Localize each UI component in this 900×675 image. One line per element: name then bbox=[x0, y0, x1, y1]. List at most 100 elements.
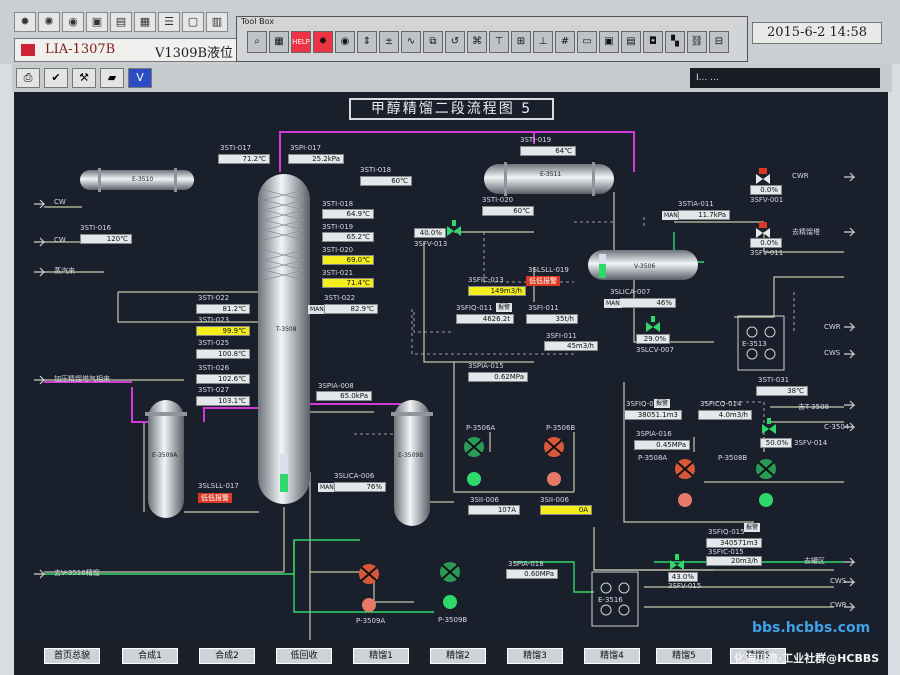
window-icon[interactable]: ▢ bbox=[182, 12, 204, 32]
tag-value[interactable]: 102.6℃ bbox=[196, 374, 250, 384]
tag-value[interactable]: 45m3/h bbox=[544, 341, 598, 351]
copy-icon[interactable]: ⧉ bbox=[423, 31, 443, 53]
tag-icon[interactable]: ⌘ bbox=[467, 31, 487, 53]
tag-value[interactable]: 64℃ bbox=[520, 146, 576, 156]
valve-fv-right1[interactable] bbox=[756, 168, 770, 184]
tag-value[interactable]: 43.0% bbox=[668, 572, 698, 582]
nav-button[interactable]: 精馏5 bbox=[656, 648, 712, 664]
alarm-badge[interactable]: 低低报警 bbox=[198, 493, 232, 503]
tag-value[interactable]: 82.9℃ bbox=[324, 304, 378, 314]
tag-value[interactable]: 64.9℃ bbox=[322, 209, 374, 219]
tag-value[interactable]: 20m3/h bbox=[706, 556, 762, 566]
pump-p3508a[interactable] bbox=[675, 459, 695, 507]
tag-value[interactable]: 4.0m3/h bbox=[698, 410, 752, 420]
search-icon[interactable]: ⌕ bbox=[247, 31, 267, 53]
tag-value[interactable]: 71.2℃ bbox=[218, 154, 270, 164]
grid-icon[interactable]: ▦ bbox=[269, 31, 289, 53]
alarm-ack-icon[interactable]: ✺ bbox=[38, 12, 60, 32]
tag-value[interactable]: 38℃ bbox=[756, 386, 808, 396]
nav-button[interactable]: 精馏3 bbox=[507, 648, 563, 664]
tag-value[interactable]: 76% bbox=[334, 482, 386, 492]
tag-value[interactable]: 100.8℃ bbox=[196, 349, 250, 359]
up-down-icon[interactable]: ⇕ bbox=[357, 31, 377, 53]
panel-icon[interactable]: ▥ bbox=[206, 12, 228, 32]
tag-value[interactable]: 50.0% bbox=[760, 438, 792, 448]
alarm-message-bar[interactable]: LIA-1307B V1309B液位 bbox=[14, 38, 242, 62]
tag-value[interactable]: 60℃ bbox=[482, 206, 534, 216]
tag-value-highlight[interactable]: 71.4℃ bbox=[322, 278, 374, 288]
pump-p3506b[interactable] bbox=[544, 437, 564, 486]
pump-p3508b[interactable] bbox=[756, 459, 776, 507]
tree-icon[interactable]: ⊤ bbox=[489, 31, 509, 53]
tag-value[interactable]: 25.2kPa bbox=[288, 154, 344, 164]
nav-button[interactable]: 精馏2 bbox=[430, 648, 486, 664]
tag-value[interactable]: 60℃ bbox=[360, 176, 412, 186]
condenser-top-right[interactable] bbox=[484, 162, 614, 196]
nav-button[interactable]: 精馏4 bbox=[584, 648, 640, 664]
valve-fv-right2[interactable] bbox=[756, 222, 770, 238]
monitor-icon[interactable]: ▭ bbox=[577, 31, 597, 53]
check-icon[interactable]: ✔ bbox=[44, 68, 68, 88]
tag-value[interactable]: 46% bbox=[620, 298, 676, 308]
alarm-badge[interactable]: 低低报警 bbox=[526, 276, 560, 286]
nav-button[interactable]: 合成1 bbox=[122, 648, 178, 664]
grid-small-icon[interactable]: ▚ bbox=[665, 31, 685, 53]
hash-icon[interactable]: # bbox=[555, 31, 575, 53]
nav-button[interactable]: 合成2 bbox=[199, 648, 255, 664]
tag-value[interactable]: 0.0% bbox=[750, 185, 782, 195]
tag-value-highlight[interactable]: 0A bbox=[540, 505, 592, 515]
pump-p3506a[interactable] bbox=[464, 437, 484, 486]
valve-fv013[interactable] bbox=[447, 220, 461, 236]
tag-value[interactable]: 103.1℃ bbox=[196, 396, 250, 406]
alarm-light-icon[interactable]: ✹ bbox=[14, 12, 36, 32]
tag-value-highlight[interactable]: 99.9℃ bbox=[196, 326, 250, 336]
hierarchy-icon[interactable]: ⊞ bbox=[511, 31, 531, 53]
tag-value-highlight[interactable]: 149m3/h bbox=[468, 286, 526, 296]
v-icon[interactable]: V bbox=[128, 68, 152, 88]
ack-icon[interactable]: ◉ bbox=[335, 31, 355, 53]
folder-icon[interactable]: ▰ bbox=[100, 68, 124, 88]
tools-icon[interactable]: ⚒ bbox=[72, 68, 96, 88]
tag-value[interactable]: 40.0% bbox=[414, 228, 446, 238]
tag-value[interactable]: 0.62MPa bbox=[468, 372, 528, 382]
nav-button[interactable]: 低回收 bbox=[276, 648, 332, 664]
pump-p3509b[interactable] bbox=[440, 562, 460, 609]
tag-value[interactable]: 0.0% bbox=[750, 238, 782, 248]
tag-value[interactable]: 65.0kPa bbox=[316, 391, 372, 401]
chart-icon[interactable]: ▤ bbox=[621, 31, 641, 53]
wave-icon[interactable]: ∿ bbox=[401, 31, 421, 53]
pump-p3509a[interactable] bbox=[359, 564, 379, 612]
reboiler-left[interactable] bbox=[145, 400, 187, 518]
printer-icon[interactable]: ⎙ bbox=[16, 68, 40, 88]
print-icon[interactable]: ▤ bbox=[110, 12, 132, 32]
tag-value[interactable]: 120℃ bbox=[80, 234, 132, 244]
distillation-column[interactable] bbox=[258, 174, 310, 504]
tag-value[interactable]: 4626.2t bbox=[456, 314, 514, 324]
tag-value[interactable]: 35t/h bbox=[526, 314, 578, 324]
tag-value[interactable]: 11.7kPa bbox=[678, 210, 730, 220]
tag-value[interactable]: 107A bbox=[468, 505, 520, 515]
display-icon[interactable]: ▦ bbox=[134, 12, 156, 32]
trend-icon[interactable]: ◉ bbox=[62, 12, 84, 32]
branch-icon[interactable]: ⊥ bbox=[533, 31, 553, 53]
camera-icon[interactable]: ◘ bbox=[643, 31, 663, 53]
tag-value[interactable]: 0.45MPa bbox=[634, 440, 690, 450]
tag-value[interactable]: 81.2℃ bbox=[196, 304, 250, 314]
valve-lcv007[interactable] bbox=[646, 316, 660, 332]
plus-minus-icon[interactable]: ± bbox=[379, 31, 399, 53]
tag-value[interactable]: 65.2℃ bbox=[322, 232, 374, 242]
face-plate-icon[interactable]: ▣ bbox=[86, 12, 108, 32]
screen-icon[interactable]: ▣ bbox=[599, 31, 619, 53]
help-icon[interactable]: HELP bbox=[291, 31, 311, 53]
tag-value[interactable]: 0.60MPa bbox=[506, 569, 558, 579]
tag-value-highlight[interactable]: 69.0℃ bbox=[322, 255, 374, 265]
nav-button[interactable]: 首页总貌 bbox=[44, 648, 100, 664]
list-icon[interactable]: ☰ bbox=[158, 12, 180, 32]
tag-value[interactable]: 340571m3 bbox=[706, 538, 762, 548]
group-icon[interactable]: ⊟ bbox=[709, 31, 729, 53]
alarm-icon[interactable]: ✹ bbox=[313, 31, 333, 53]
tag-value[interactable]: 38051.1m3 bbox=[624, 410, 682, 420]
reboiler-right[interactable] bbox=[391, 400, 433, 526]
loop-icon[interactable]: ↺ bbox=[445, 31, 465, 53]
tag-value[interactable]: 29.0% bbox=[636, 334, 670, 344]
